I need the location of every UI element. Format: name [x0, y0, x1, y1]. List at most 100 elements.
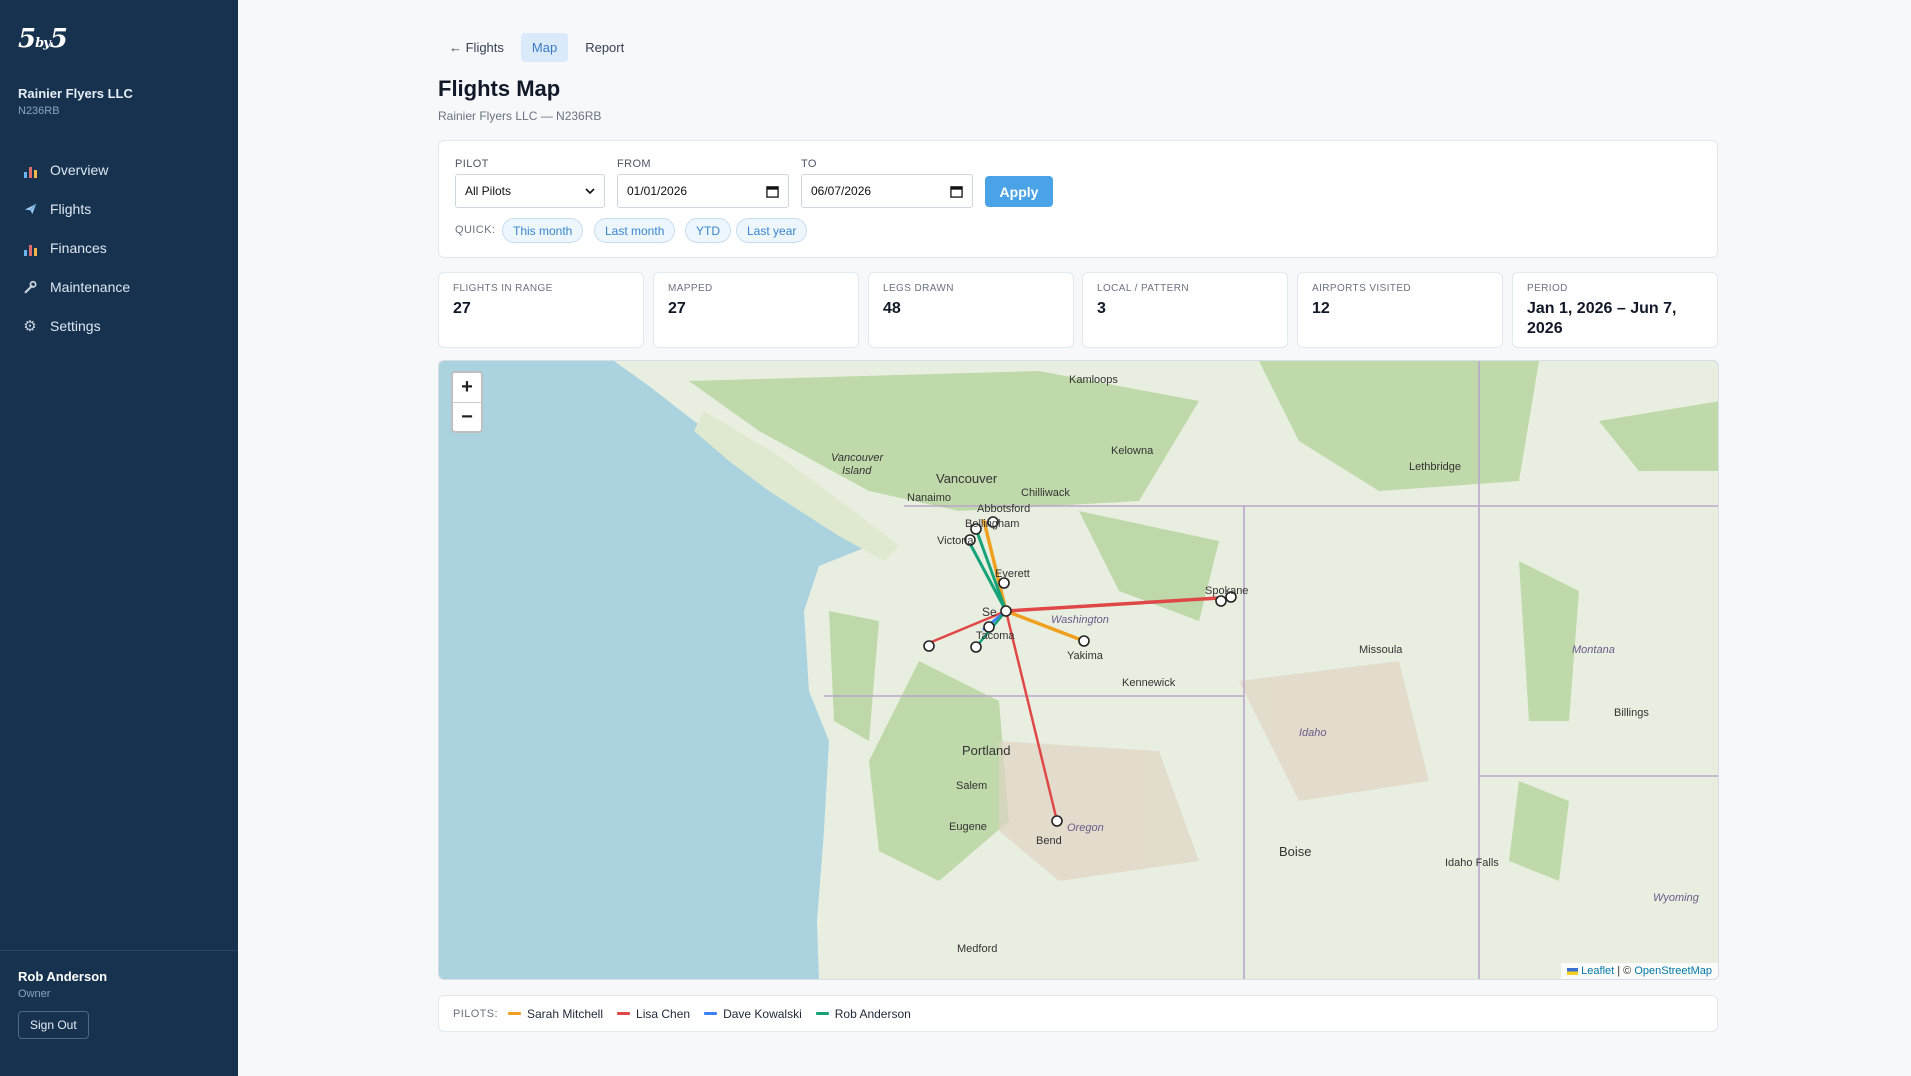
zoom-out-button[interactable]: −	[453, 402, 481, 431]
sidebar-item-label: Maintenance	[50, 278, 131, 295]
stat-value: 27	[668, 300, 686, 317]
calendar-icon[interactable]	[950, 185, 963, 198]
chevron-down-icon	[585, 188, 595, 195]
stat-period: PERIOD Jan 1, 2026 – Jun 7, 2026	[1512, 272, 1718, 348]
attribution-separator: | ©	[1614, 965, 1635, 977]
map-label: Missoula	[1359, 644, 1403, 656]
quick-last-year[interactable]: Last year	[736, 218, 808, 243]
filter-card: PILOT All Pilots FROM 01/01/2026 TO 06/0…	[438, 140, 1718, 258]
sidebar-item-overview[interactable]: Overview	[0, 150, 238, 189]
map-label: Victoria	[937, 535, 974, 547]
map-label: Tacoma	[976, 630, 1015, 642]
leaflet-link[interactable]: Leaflet	[1581, 965, 1614, 977]
airport-marker	[970, 641, 982, 653]
sign-out-button[interactable]: Sign Out	[18, 1011, 89, 1039]
stat-flights-in-range: FLIGHTS IN RANGE 27	[438, 272, 644, 348]
pilot-select[interactable]: All Pilots	[455, 174, 605, 208]
legend-swatch	[815, 1012, 829, 1015]
airport-marker	[1215, 595, 1227, 607]
map-label: Kennewick	[1122, 677, 1176, 689]
map-label: Lethbridge	[1409, 461, 1461, 473]
sidebar-item-label: Settings	[50, 317, 101, 334]
stat-label: FLIGHTS IN RANGE	[453, 283, 553, 294]
stat-label: PERIOD	[1527, 283, 1568, 294]
page-tabs: ← Flights Map Report	[438, 33, 635, 62]
stat-value: 3	[1097, 300, 1106, 317]
gear-icon: ⚙	[23, 317, 37, 335]
app-logo[interactable]: 5by5	[18, 24, 68, 54]
map-label: Idaho Falls	[1445, 857, 1499, 869]
to-date-input[interactable]: 06/07/2026	[801, 174, 973, 208]
tab-map[interactable]: Map	[520, 33, 569, 62]
sidebar-item-maintenance[interactable]: Maintenance	[0, 267, 238, 306]
map-label: Kamloops	[1069, 374, 1118, 386]
legend-item: Dave Kowalski	[704, 1007, 802, 1021]
map-label: Vancouver	[831, 452, 885, 464]
legend-label: Lisa Chen	[636, 1006, 691, 1021]
legend-item: Sarah Mitchell	[507, 1007, 603, 1021]
sidebar-item-settings[interactable]: ⚙ Settings	[0, 306, 238, 345]
map-label: Nanaimo	[907, 492, 951, 504]
tab-report[interactable]: Report	[574, 33, 635, 62]
legend-swatch	[617, 1012, 631, 1015]
map-label: Bellingham	[965, 518, 1019, 530]
user-name: Rob Anderson	[18, 969, 108, 984]
quick-last-month[interactable]: Last month	[594, 218, 676, 243]
to-label: TO	[801, 158, 817, 170]
map-label: Se	[982, 605, 997, 619]
flag-icon	[1567, 967, 1579, 975]
tab-back-flights[interactable]: ← Flights	[438, 33, 515, 62]
quick-label: QUICK:	[455, 224, 496, 236]
osm-link[interactable]: OpenStreetMap	[1634, 965, 1712, 977]
legend-label: Rob Anderson	[834, 1006, 911, 1021]
sidebar-item-finances[interactable]: Finances	[0, 228, 238, 267]
plane-icon	[22, 201, 38, 217]
to-date-value: 06/07/2026	[811, 184, 872, 198]
sidebar-item-flights[interactable]: Flights	[0, 189, 238, 228]
page-title: Flights Map	[438, 76, 561, 101]
airport-marker	[1078, 635, 1090, 647]
map-label: Yakima	[1067, 650, 1104, 662]
legend-label: Dave Kowalski	[723, 1006, 802, 1021]
zoom-in-button[interactable]: +	[453, 373, 481, 402]
map-label: Vancouver	[936, 471, 998, 486]
pilot-select-value: All Pilots	[465, 184, 512, 198]
sidebar-divider	[0, 950, 238, 951]
map-label: Idaho	[1299, 727, 1327, 739]
pilot-legend: PILOTS: Sarah Mitchell Lisa Chen Dave Ko…	[438, 995, 1718, 1032]
map-label: Montana	[1572, 644, 1615, 656]
map-label: Oregon	[1067, 822, 1104, 834]
org-name: Rainier Flyers LLC	[18, 86, 133, 101]
from-date-input[interactable]: 01/01/2026	[617, 174, 789, 208]
map-label: Eugene	[949, 821, 987, 833]
sidebar-item-label: Finances	[50, 239, 107, 256]
map-label: Wyoming	[1653, 892, 1700, 904]
from-date-value: 01/01/2026	[627, 184, 688, 198]
stat-legs-drawn: LEGS DRAWN 48	[868, 272, 1074, 348]
map-canvas[interactable]: Kamloops Kelowna Lethbridge Vancouver Is…	[439, 361, 1719, 980]
stat-airports-visited: AIRPORTS VISITED 12	[1297, 272, 1503, 348]
stat-label: AIRPORTS VISITED	[1312, 283, 1412, 294]
calendar-icon[interactable]	[766, 185, 779, 198]
sidebar-nav: Overview Flights Finances Maintenance ⚙ …	[0, 150, 238, 345]
map-label: Abbotsford	[977, 503, 1030, 515]
map-label: Island	[842, 465, 872, 477]
stat-label: LOCAL / PATTERN	[1097, 283, 1189, 294]
airport-marker	[923, 640, 935, 652]
quick-this-month[interactable]: This month	[502, 218, 584, 243]
quick-ytd[interactable]: YTD	[685, 218, 731, 243]
user-role: Owner	[18, 988, 51, 1000]
stat-label: MAPPED	[668, 283, 713, 294]
apply-button[interactable]: Apply	[985, 176, 1053, 207]
map-label: Bend	[1036, 835, 1062, 847]
map-label: Spokane	[1205, 585, 1248, 597]
map-label: Washington	[1051, 614, 1109, 626]
map-label: Boise	[1279, 844, 1312, 859]
map-label: Kelowna	[1111, 445, 1154, 457]
flights-map[interactable]: Kamloops Kelowna Lethbridge Vancouver Is…	[438, 360, 1719, 980]
legend-title: PILOTS:	[453, 1007, 498, 1020]
page-subtitle: Rainier Flyers LLC — N236RB	[438, 109, 602, 123]
stat-value: 48	[883, 300, 901, 317]
legend-swatch	[704, 1012, 718, 1015]
map-label: Portland	[962, 743, 1010, 758]
